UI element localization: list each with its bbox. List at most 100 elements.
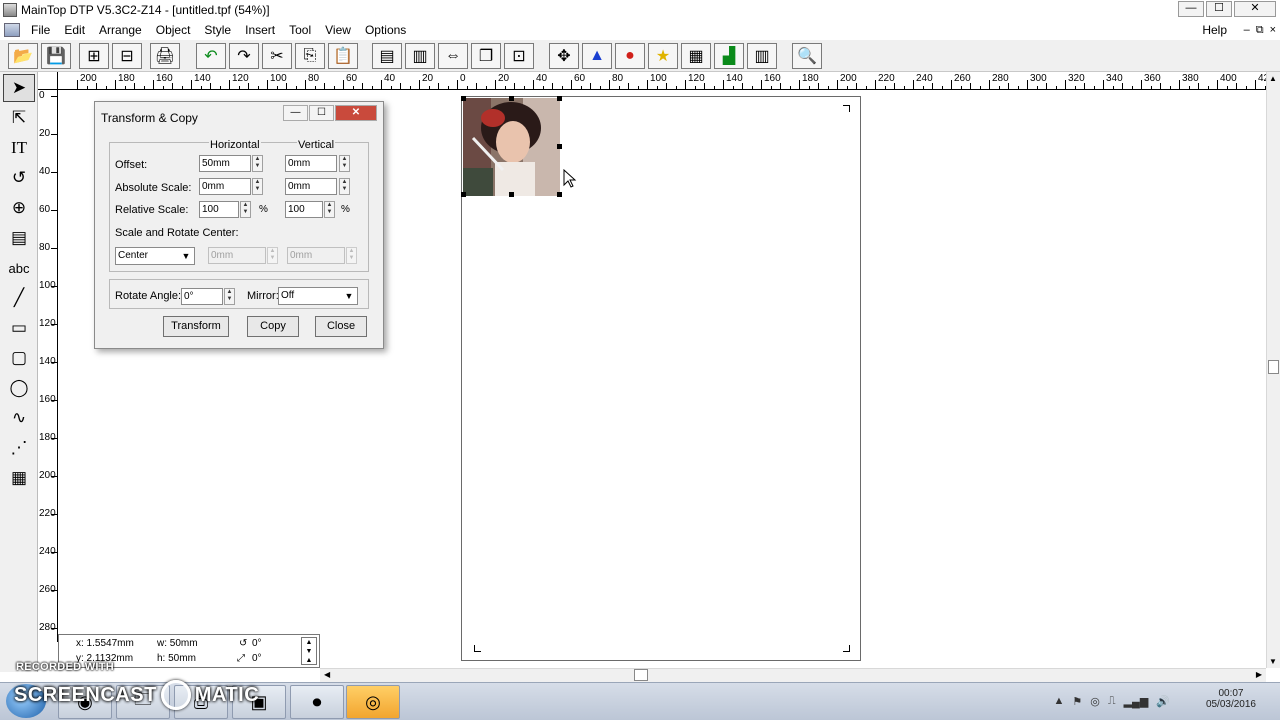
offset-vertical-field[interactable]: 0mm: [285, 155, 337, 172]
align-left-button[interactable]: ▤: [372, 43, 402, 69]
menu-tool[interactable]: Tool: [282, 23, 318, 37]
menu-arrange[interactable]: Arrange: [92, 23, 149, 37]
tool-line[interactable]: ╱: [3, 284, 35, 312]
menu-help[interactable]: Help: [1195, 23, 1234, 37]
offset-vertical-spinner[interactable]: ▲ ▼: [339, 155, 350, 172]
menu-style[interactable]: Style: [197, 23, 238, 37]
relative-scale-horizontal-spinner[interactable]: ▲ ▼: [240, 201, 251, 218]
document-icon[interactable]: [4, 23, 20, 37]
transform-button[interactable]: Transform: [163, 316, 229, 337]
tool-rectangle[interactable]: ▭: [3, 314, 35, 342]
resize-handle-tl[interactable]: [461, 96, 466, 101]
rotate-angle-field[interactable]: 0°: [181, 288, 223, 305]
absolute-scale-horizontal-field[interactable]: 0mm: [199, 178, 251, 195]
color-shapes-button[interactable]: ▲: [582, 43, 612, 69]
absolute-scale-vertical-spinner[interactable]: ▲ ▼: [339, 178, 350, 195]
horizontal-scroll-thumb[interactable]: [634, 669, 648, 681]
center-horizontal-field[interactable]: 0mm: [208, 247, 266, 264]
redo-button[interactable]: ↷: [229, 43, 259, 69]
save-button[interactable]: 💾: [41, 43, 71, 69]
distribute-button[interactable]: ⇔: [438, 43, 468, 69]
selected-photo[interactable]: [463, 98, 560, 196]
dialog-close-x-button[interactable]: ✕: [335, 105, 377, 121]
menu-options[interactable]: Options: [358, 23, 413, 37]
menu-edit[interactable]: Edit: [57, 23, 92, 37]
paste-button[interactable]: 📋: [328, 43, 358, 69]
relative-scale-vertical-field[interactable]: 100: [285, 201, 323, 218]
export-button[interactable]: ⊟: [112, 43, 142, 69]
center-horizontal-spinner[interactable]: ▲ ▼: [267, 247, 278, 264]
mirror-select[interactable]: Off ▼: [278, 287, 358, 305]
vertical-scroll-thumb[interactable]: [1268, 360, 1279, 374]
dialog-minimize-button[interactable]: —: [283, 105, 308, 121]
tool-pointer[interactable]: ➤: [3, 74, 35, 102]
menu-view[interactable]: View: [318, 23, 358, 37]
tool-table[interactable]: ▦: [3, 464, 35, 492]
relative-scale-horizontal-field[interactable]: 100: [199, 201, 239, 218]
doc-minimize-button[interactable]: –: [1244, 24, 1250, 37]
minimize-button[interactable]: —: [1178, 1, 1204, 17]
usb-icon[interactable]: ⎍: [1108, 695, 1116, 708]
ungroup-button[interactable]: ⊡: [504, 43, 534, 69]
tool-abc-text[interactable]: abc: [3, 254, 35, 282]
network-icon[interactable]: ▂▄▆: [1124, 695, 1149, 708]
text-frame-button[interactable]: ▥: [747, 43, 777, 69]
align-right-button[interactable]: ▥: [405, 43, 435, 69]
horizontal-scrollbar[interactable]: ◀ ▶: [320, 668, 1266, 682]
volume-icon[interactable]: 🔊: [1156, 695, 1170, 708]
app-tray-icon[interactable]: ◎: [1090, 695, 1100, 708]
ruler-corner[interactable]: [38, 72, 58, 90]
absolute-scale-vertical-field[interactable]: 0mm: [285, 178, 337, 195]
open-button[interactable]: 📂: [8, 43, 38, 69]
dialog-maximize-button[interactable]: ☐: [309, 105, 334, 121]
tool-zoom[interactable]: ⊕: [3, 194, 35, 222]
tool-frame[interactable]: ▤: [3, 224, 35, 252]
find-button[interactable]: 🔍: [792, 43, 822, 69]
center-vertical-spinner[interactable]: ▲ ▼: [346, 247, 357, 264]
doc-close-button[interactable]: ×: [1270, 24, 1276, 37]
print-button[interactable]: 🖨: [150, 43, 180, 69]
close-dialog-button[interactable]: Close: [315, 316, 367, 337]
scroll-right-icon[interactable]: ▶: [1256, 670, 1262, 679]
doc-restore-button[interactable]: ⧉: [1256, 24, 1264, 37]
center-select[interactable]: Center ▼: [115, 247, 195, 265]
clock[interactable]: 00:07 05/03/2016: [1206, 688, 1256, 710]
absolute-scale-horizontal-spinner[interactable]: ▲ ▼: [252, 178, 263, 195]
move-button[interactable]: ✥: [549, 43, 579, 69]
resize-handle-tr[interactable]: [557, 96, 562, 101]
relative-scale-vertical-spinner[interactable]: ▲ ▼: [324, 201, 335, 218]
cut-button[interactable]: ✂: [262, 43, 292, 69]
menu-file[interactable]: File: [24, 23, 57, 37]
map-button[interactable]: ▦: [681, 43, 711, 69]
maximize-button[interactable]: ☐: [1206, 1, 1232, 17]
color-palette-button[interactable]: ●: [615, 43, 645, 69]
status-mode-button[interactable]: ▲ ▼ ▲: [301, 637, 317, 665]
tool-dotted-line[interactable]: ⋰: [3, 434, 35, 462]
vertical-ruler[interactable]: 0 20 40 60 80 100 120 140 160 180 200 220 240 260 280: [38, 90, 58, 642]
copy-button[interactable]: ⎘: [295, 43, 325, 69]
import-button[interactable]: ⊞: [79, 43, 109, 69]
close-window-button[interactable]: ✕: [1234, 1, 1276, 17]
vertical-scrollbar[interactable]: ▲ ▼: [1266, 72, 1280, 668]
group-button[interactable]: ❐: [471, 43, 501, 69]
resize-handle-bl[interactable]: [461, 192, 466, 197]
flag-icon[interactable]: ⚑: [1072, 695, 1082, 708]
scroll-down-icon[interactable]: ▼: [1269, 657, 1277, 666]
tool-rotate[interactable]: ↺: [3, 164, 35, 192]
resize-handle-br[interactable]: [557, 192, 562, 197]
resize-handle-b[interactable]: [509, 192, 514, 197]
horizontal-ruler[interactable]: 200 180 160 140 120 100 80 60 40 20 0 20 40 60 80 100 12…: [58, 72, 1266, 90]
tool-node-select[interactable]: ⇱: [3, 104, 35, 132]
center-vertical-field[interactable]: 0mm: [287, 247, 345, 264]
scroll-up-icon[interactable]: ▲: [1269, 74, 1277, 83]
resize-handle-r[interactable]: [557, 144, 562, 149]
undo-button[interactable]: ↶: [196, 43, 226, 69]
offset-horizontal-spinner[interactable]: ▲ ▼: [252, 155, 263, 172]
menu-insert[interactable]: Insert: [238, 23, 282, 37]
scroll-left-icon[interactable]: ◀: [324, 670, 330, 679]
tool-text[interactable]: IT: [3, 134, 35, 162]
copy-dialog-button[interactable]: Copy: [247, 316, 299, 337]
tool-curve[interactable]: ∿: [3, 404, 35, 432]
resize-handle-t[interactable]: [509, 96, 514, 101]
menu-object[interactable]: Object: [149, 23, 198, 37]
